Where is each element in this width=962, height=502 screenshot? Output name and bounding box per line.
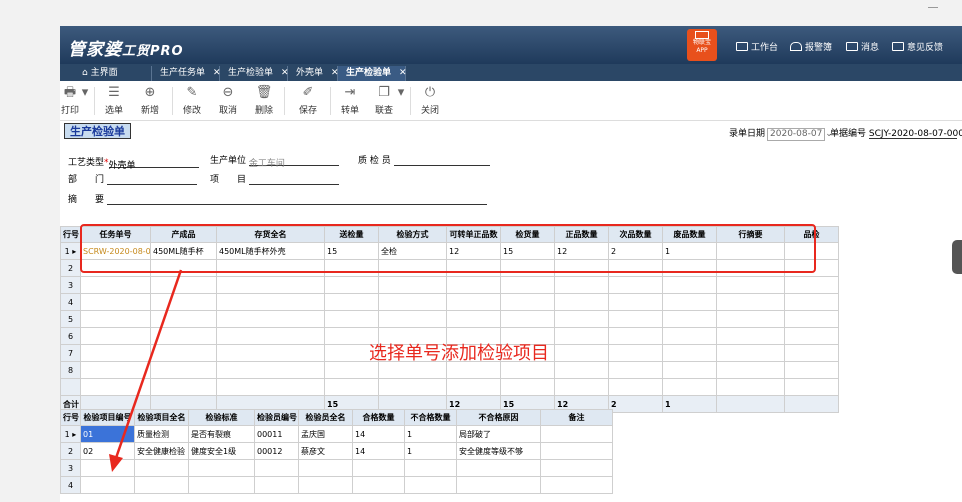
annotation-text: 选择单号添加检验项目 (369, 343, 549, 364)
annotation-arrow (109, 269, 183, 472)
arrow-head (109, 454, 123, 472)
arrow-line (114, 269, 183, 459)
app-window: 管家婆工贸PRO 物联宝 APP 工作台 报警簿 消息 意见反馈 ⌂ 主界面 生… (60, 26, 962, 502)
side-handle[interactable] (952, 240, 962, 274)
browser-top-bar (0, 0, 962, 26)
minimize-icon[interactable] (928, 7, 938, 8)
